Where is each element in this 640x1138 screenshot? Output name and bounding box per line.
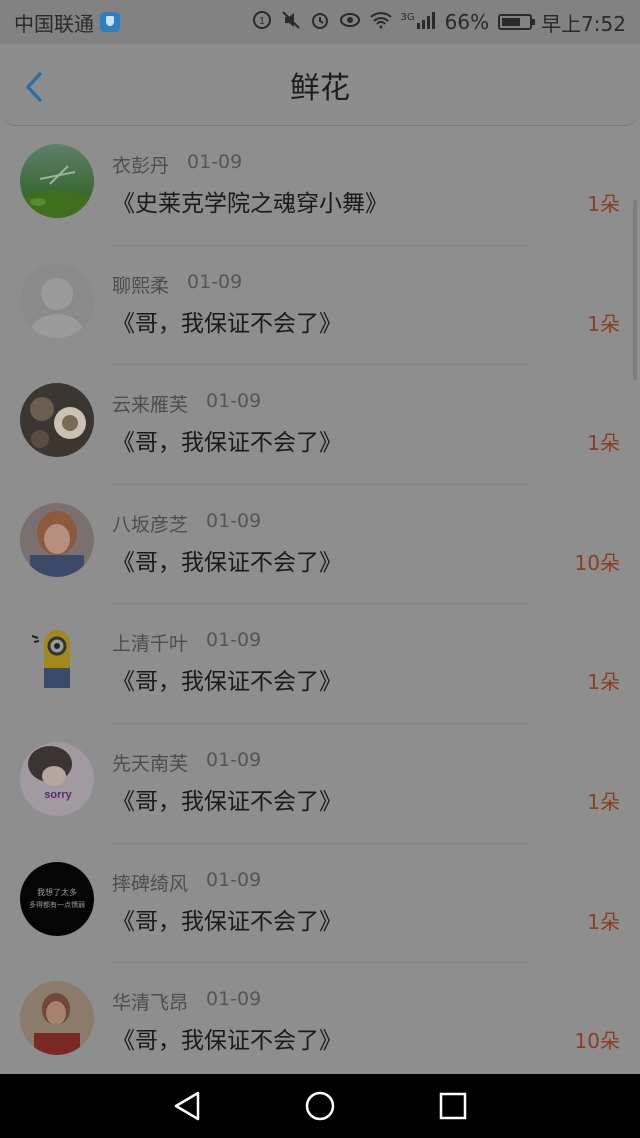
date: 01-09 — [206, 868, 262, 891]
book-title: 《哥，我保证不会了》 — [112, 908, 342, 935]
system-nav-bar — [0, 1074, 640, 1138]
status-bar: 中国联通 1 3G 66% 早上7:52 — [0, 0, 640, 44]
battery-percent: 66% — [444, 10, 490, 34]
data-saver-icon: 1 — [252, 10, 272, 34]
scrollbar[interactable] — [633, 200, 637, 380]
wifi-icon — [369, 11, 392, 33]
book-title: 《哥，我保证不会了》 — [112, 310, 342, 337]
carrier-label: 中国联通 — [14, 11, 94, 36]
username: 摔碑绮风 — [112, 872, 189, 895]
back-triangle-icon[interactable] — [169, 1088, 205, 1124]
network-type-label: 3G — [400, 11, 415, 23]
list-item[interactable]: 华清飞昂 01-09 《哥，我保证不会了》 10朵 — [0, 963, 640, 1083]
avatar — [20, 502, 94, 577]
avatar — [20, 263, 94, 338]
flower-count: 10朵 — [574, 550, 620, 575]
avatar — [20, 622, 94, 697]
date: 01-09 — [206, 748, 262, 771]
username: 八坂彦芝 — [112, 513, 189, 536]
list-item[interactable]: 上清千叶 01-09 《哥，我保证不会了》 1朵 — [0, 604, 640, 724]
signal-icon — [416, 11, 436, 33]
list-item[interactable]: 云来雁芙 01-09 《哥，我保证不会了》 1朵 — [0, 365, 640, 485]
avatar-text: 我想了太多 — [37, 887, 77, 897]
avatar — [20, 981, 94, 1056]
flower-list: 衣彭丹 01-09 《史莱克学院之魂穿小舞》 1朵 聊熙柔 01-09 《哥，我… — [0, 126, 640, 1083]
username: 先天南芙 — [112, 752, 189, 775]
vpn-shield-icon — [100, 12, 120, 32]
avatar: sorry — [20, 741, 94, 816]
mute-icon — [281, 10, 301, 34]
recents-square-icon[interactable] — [435, 1088, 471, 1124]
status-icons: 1 3G 66% 早上7:52 — [252, 8, 626, 37]
book-title: 《哥，我保证不会了》 — [112, 1028, 342, 1055]
flower-count: 1朵 — [587, 909, 620, 934]
date: 01-09 — [206, 509, 262, 532]
list-item[interactable]: 我想了太多 多得都有一点懦弱 摔碑绮风 01-09 《哥，我保证不会了》 1朵 — [0, 844, 640, 964]
book-title: 《哥，我保证不会了》 — [112, 788, 342, 815]
date: 01-09 — [206, 988, 262, 1011]
date: 01-09 — [206, 390, 262, 413]
home-circle-icon[interactable] — [302, 1088, 338, 1124]
book-title: 《哥，我保证不会了》 — [112, 430, 342, 457]
date: 01-09 — [187, 270, 243, 293]
flower-count: 1朵 — [587, 670, 620, 695]
battery-icon — [498, 14, 536, 30]
carrier-group: 中国联通 — [14, 8, 120, 37]
alarm-icon — [310, 10, 330, 34]
username: 云来雁芙 — [112, 394, 189, 417]
book-title: 《哥，我保证不会了》 — [112, 669, 342, 696]
username: 上清千叶 — [112, 633, 189, 656]
flower-count: 1朵 — [587, 789, 620, 814]
date: 01-09 — [187, 151, 243, 173]
app-header: 鲜花 — [0, 44, 640, 126]
avatar-text: 多得都有一点懦弱 — [29, 900, 85, 909]
book-title: 《史莱克学院之魂穿小舞》 — [112, 191, 388, 217]
flower-count: 10朵 — [574, 1029, 620, 1054]
username: 衣彭丹 — [112, 155, 170, 177]
list-item[interactable]: 衣彭丹 01-09 《史莱克学院之魂穿小舞》 1朵 — [0, 126, 640, 246]
clock: 早上7:52 — [541, 11, 626, 36]
page-title: 鲜花 — [290, 70, 350, 106]
list-item[interactable]: sorry 先天南芙 01-09 《哥，我保证不会了》 1朵 — [0, 724, 640, 844]
eye-icon — [339, 10, 361, 34]
flower-count: 1朵 — [587, 431, 620, 456]
back-arrow-icon[interactable] — [18, 70, 52, 104]
avatar: 我想了太多 多得都有一点懦弱 — [20, 861, 94, 936]
flower-count: 1朵 — [587, 311, 620, 336]
date: 01-09 — [206, 629, 262, 652]
svg-text:1: 1 — [259, 16, 265, 27]
username: 华清飞昂 — [112, 992, 189, 1015]
book-title: 《哥，我保证不会了》 — [112, 549, 342, 576]
list-item[interactable]: 八坂彦芝 01-09 《哥，我保证不会了》 10朵 — [0, 485, 640, 605]
avatar — [20, 144, 94, 218]
list-item[interactable]: 聊熙柔 01-09 《哥，我保证不会了》 1朵 — [0, 246, 640, 366]
username: 聊熙柔 — [112, 274, 170, 297]
flower-count: 1朵 — [587, 192, 620, 216]
avatar — [20, 383, 94, 458]
avatar-text: sorry — [44, 789, 72, 801]
